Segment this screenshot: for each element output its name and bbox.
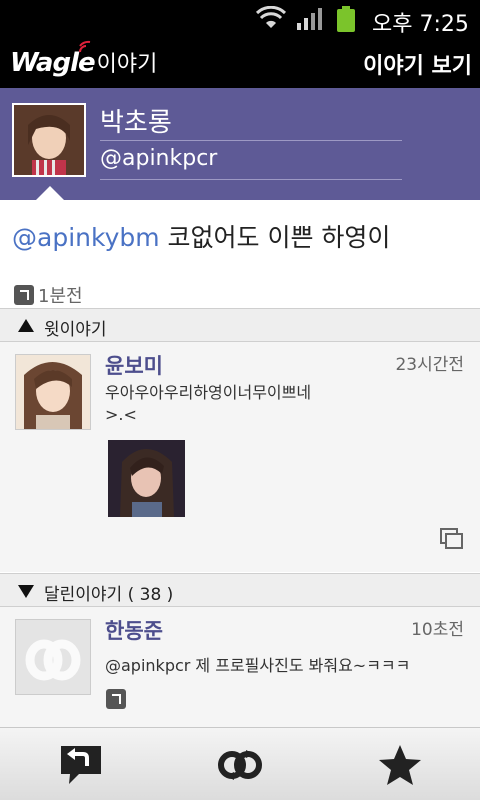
section-label: 달린이야기 ( 38 ) (44, 585, 174, 605)
signal-icon (297, 8, 322, 30)
status-time: 오후 7:25 (372, 12, 469, 37)
wagle-default-avatar-icon (16, 620, 90, 694)
reply-author[interactable]: 한동준 (105, 615, 163, 645)
attached-photo-image (108, 440, 185, 517)
main-post: @apinkybm 코없어도 이쁜 하영이 1분전 (0, 200, 480, 308)
divider (100, 179, 402, 180)
section-label: 윗이야기 (44, 320, 107, 340)
screen-title: 이야기 보기 (363, 54, 472, 79)
battery-icon (337, 6, 355, 32)
user-avatar[interactable] (15, 354, 91, 430)
parent-story-card[interactable]: 윤보미 23시간전 우아우아우리하영이너무이쁘네 >.< (0, 342, 480, 572)
story-text: 우아우아우리하영이너무이쁘네 >.< (105, 382, 465, 426)
triangle-down-icon (18, 585, 34, 598)
favorite-star-icon[interactable] (376, 742, 424, 788)
story-time: 23시간전 (395, 355, 464, 375)
profile-avatar[interactable] (12, 103, 86, 177)
status-bar: 오후 7:25 (0, 0, 480, 38)
reply-time: 10초전 (411, 620, 464, 640)
post-mention-link[interactable]: @apinkybm (12, 223, 160, 252)
section-replies[interactable]: 달린이야기 ( 38 ) (0, 573, 480, 607)
profile-name: 박초롱 (100, 108, 172, 138)
user-avatar-default[interactable] (15, 619, 91, 695)
speech-pointer (36, 186, 64, 200)
attached-photo[interactable] (108, 440, 185, 517)
story-author[interactable]: 윤보미 (105, 350, 163, 380)
story-text-line: >.< (105, 405, 137, 424)
wifi-icon (255, 6, 287, 28)
reply-card[interactable]: 한동준 10초전 @apinkpcr 제 프로필사진도 봐줘요~ㅋㅋㅋ (0, 607, 480, 727)
profile-handle: @apinkpcr (100, 146, 218, 171)
post-text: @apinkybm 코없어도 이쁜 하영이 (12, 218, 390, 254)
retweet-icon[interactable] (216, 742, 264, 788)
profile-header[interactable]: 박초롱 @apinkpcr (0, 88, 480, 200)
app-bar: Wagle이야기 이야기 보기 (0, 38, 480, 88)
signal-wave-icon (79, 40, 91, 53)
story-text-line: 우아우아우리하영이너무이쁘네 (105, 383, 312, 402)
post-time-row: 1분전 (14, 282, 83, 308)
reply-icon[interactable] (57, 742, 105, 788)
multiple-images-icon (440, 528, 463, 549)
bottom-toolbar (0, 727, 480, 800)
triangle-up-icon (18, 319, 34, 332)
avatar-photo (16, 355, 90, 429)
post-body: 코없어도 이쁜 하영이 (159, 223, 391, 252)
brand-sub: 이야기 (96, 52, 158, 77)
reply-arrow-icon (106, 689, 126, 709)
section-parent-story[interactable]: 윗이야기 (0, 308, 480, 342)
divider (100, 140, 402, 141)
app-logo[interactable]: Wagle이야기 (10, 40, 158, 78)
post-time: 1분전 (38, 286, 83, 307)
avatar-photo (14, 105, 84, 175)
reply-arrow-icon (14, 285, 34, 305)
reply-text: @apinkpcr 제 프로필사진도 봐줘요~ㅋㅋㅋ (105, 656, 411, 675)
